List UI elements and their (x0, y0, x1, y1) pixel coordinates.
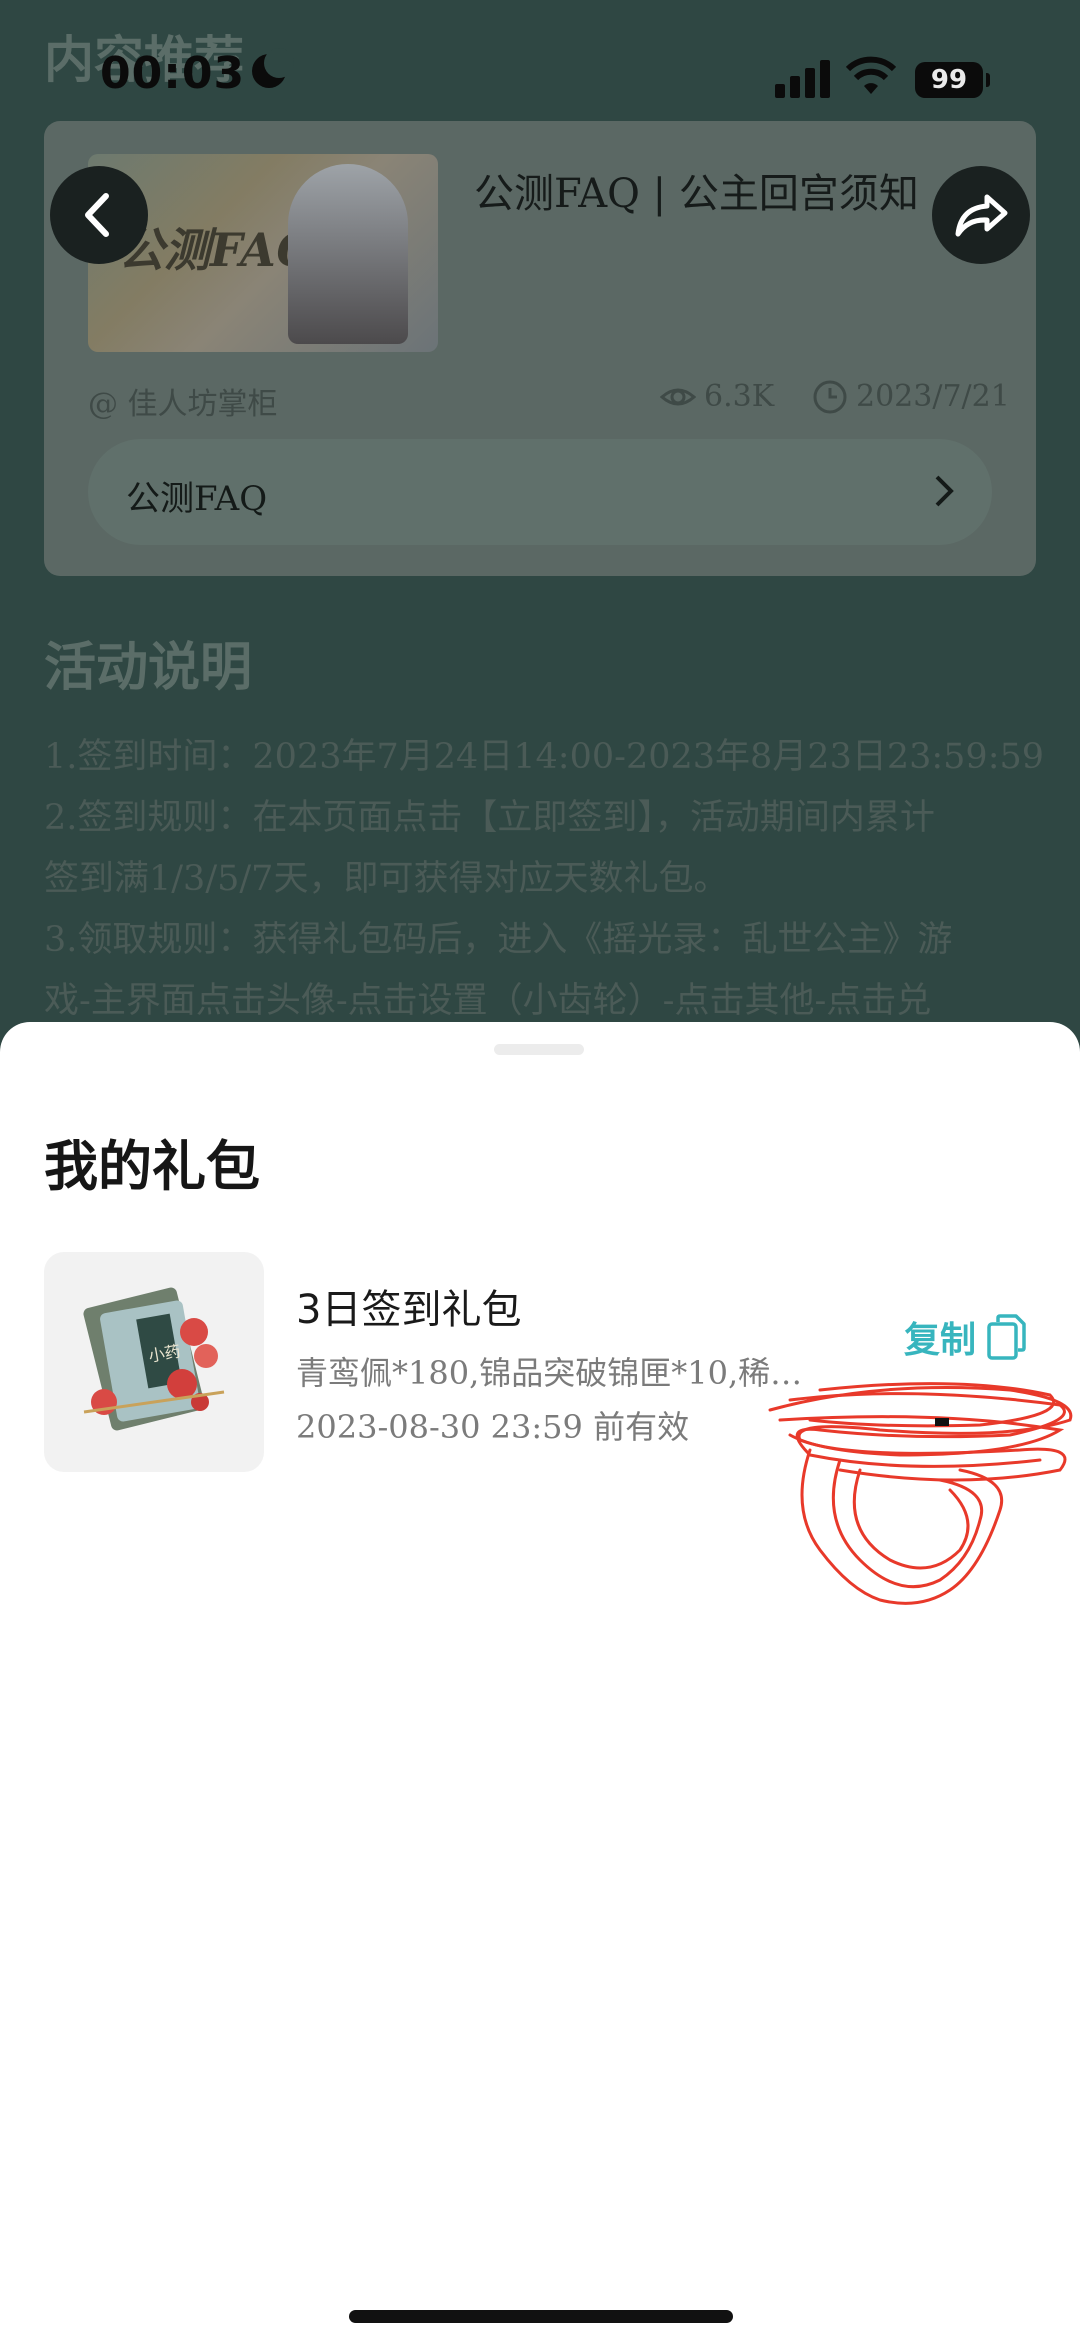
gift-expiry: 2023-08-30 23:59 前有效 (296, 1408, 690, 1446)
description-title: 活动说明 (44, 638, 253, 698)
battery-icon: 99 (915, 62, 990, 98)
share-icon (955, 194, 1008, 237)
wifi-icon (846, 56, 896, 94)
home-indicator[interactable] (349, 2310, 733, 2323)
copy-button[interactable]: 复制 (904, 1307, 1026, 1367)
gift-image: 小药 (44, 1252, 264, 1472)
back-arrow-icon (85, 193, 109, 237)
signal-icon (775, 60, 831, 98)
gift-sheet: 我的礼包 小药 3日签到礼包 青鸾佩*180,锦品突破锦匣*10,稀… 2023… (0, 1022, 1080, 2341)
copy-label: 复制 (904, 1320, 977, 1361)
copy-icon (987, 1314, 1026, 1360)
sheet-title: 我的礼包 (44, 1135, 260, 1198)
card-date: 2023/7/21 (856, 379, 1010, 414)
sheet-drag-handle[interactable] (494, 1044, 584, 1055)
share-button[interactable] (932, 166, 1030, 264)
redaction-scribble (768, 1382, 1073, 1605)
card-title: 公测FAQ | 公主回宫须知 (474, 171, 919, 217)
card-views: 6.3K (704, 379, 775, 414)
description-line: 2.签到规则：在本页面点击【立即签到】，活动期间内累计 (44, 798, 935, 838)
eye-icon (660, 388, 696, 406)
clock-icon (813, 380, 847, 414)
card-author: @ 佳人坊掌柜 (88, 387, 278, 422)
thumbnail-figure (288, 164, 408, 344)
gift-pack-illustration: 小药 (83, 1287, 225, 1431)
gift-name: 3日签到礼包 (296, 1287, 522, 1333)
chevron-right-icon (935, 475, 954, 507)
gift-items: 青鸾佩*180,锦品突破锦匣*10,稀… (296, 1354, 803, 1392)
description-line: 1.签到时间：2023年7月24日14:00-2023年8月23日23:59:5… (44, 737, 1045, 777)
moon-icon (252, 48, 294, 88)
card-link[interactable]: 公测FAQ (88, 439, 992, 545)
card-link-label: 公测FAQ (126, 479, 268, 519)
status-time: 00:03 (100, 48, 246, 99)
content-card[interactable]: 公测FAQ 公测FAQ | 公主回宫须知 @ 佳人坊掌柜 6.3K 2023/7… (44, 121, 1036, 576)
description-line: 戏-主界面点击头像-点击设置（小齿轮）-点击其他-点击兑 (44, 981, 932, 1021)
description-line: 签到满1/3/5/7天，即可获得对应天数礼包。 (44, 859, 729, 899)
back-button[interactable] (50, 166, 148, 264)
description-line: 3.领取规则：获得礼包码后，进入《摇光录：乱世公主》游 (44, 920, 953, 960)
